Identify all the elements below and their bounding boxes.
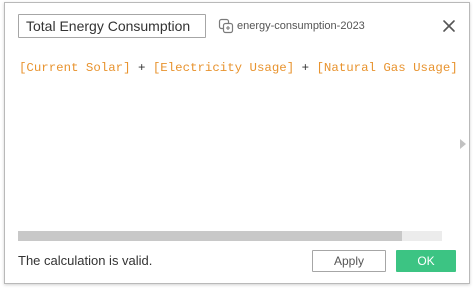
- apply-button[interactable]: Apply: [312, 250, 386, 272]
- formula-operator-plus: +: [294, 61, 317, 75]
- close-icon[interactable]: [439, 16, 459, 36]
- datasource-indicator: energy-consumption-2023: [218, 16, 365, 36]
- datasource-label: energy-consumption-2023: [237, 20, 365, 32]
- horizontal-scrollbar-thumb[interactable]: [18, 231, 402, 241]
- formula-field-electricity-usage: [Electricity Usage]: [152, 61, 295, 75]
- validation-status: The calculation is valid.: [18, 253, 153, 268]
- datasource-icon: [218, 18, 234, 34]
- formula-field-current-solar: [Current Solar]: [19, 61, 131, 75]
- formula-operator-plus: +: [130, 61, 153, 75]
- calculation-name-input[interactable]: [18, 14, 206, 38]
- formula-text: [Current Solar] + [Electricity Usage] + …: [19, 61, 458, 75]
- horizontal-scrollbar[interactable]: [18, 231, 442, 241]
- calculation-editor-dialog: energy-consumption-2023 [Current Solar] …: [4, 2, 470, 284]
- formula-field-natural-gas-usage: [Natural Gas Usage]: [316, 61, 458, 75]
- expand-panel-arrow-icon[interactable]: [460, 139, 466, 149]
- formula-editor[interactable]: [Current Solar] + [Electricity Usage] + …: [18, 53, 458, 229]
- ok-button[interactable]: OK: [396, 250, 456, 272]
